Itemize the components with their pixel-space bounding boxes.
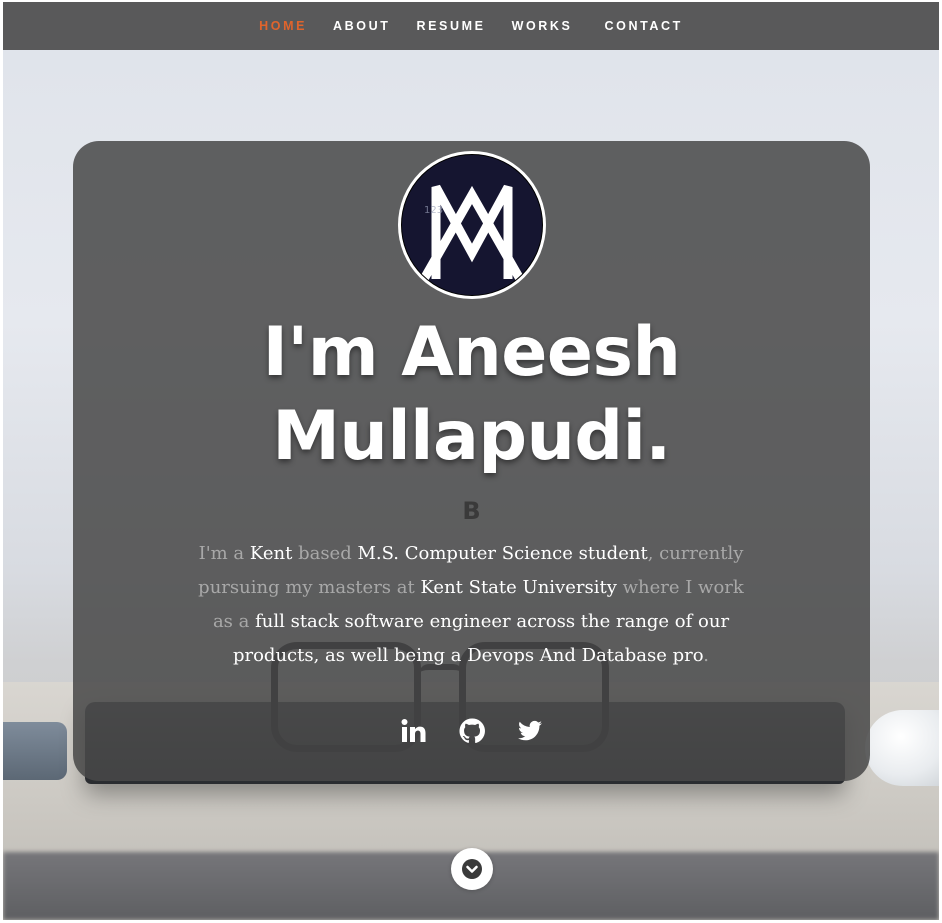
linkedin-icon[interactable] bbox=[400, 717, 428, 745]
bio-text-5: . bbox=[703, 645, 710, 666]
nav-about[interactable]: ABOUT bbox=[320, 19, 403, 33]
am-monogram-logo: 123 bbox=[401, 154, 543, 296]
avatar: 123 bbox=[398, 151, 546, 299]
nav-resume[interactable]: RESUME bbox=[403, 19, 498, 33]
page: HOME ABOUT RESUME WORKS CONTACT 123 I'm … bbox=[3, 2, 939, 920]
bio-text-1: I'm a bbox=[198, 543, 250, 564]
page-title: I'm Aneesh Mullapudi. bbox=[73, 311, 870, 479]
nav-home[interactable]: HOME bbox=[246, 19, 320, 33]
social-links bbox=[73, 717, 870, 745]
bio-highlight-kent: Kent bbox=[249, 543, 293, 564]
chevron-down-icon bbox=[462, 859, 482, 879]
typed-text: B bbox=[462, 497, 481, 525]
background-phone bbox=[3, 722, 67, 780]
headline-line-1: I'm Aneesh bbox=[262, 313, 681, 392]
hero-card: 123 I'm Aneesh Mullapudi. B I'm a Kent b… bbox=[73, 141, 870, 781]
bio-highlight-role: full stack software engineer across the … bbox=[232, 611, 730, 666]
background-mouse bbox=[865, 710, 939, 786]
bio-text-2: based bbox=[292, 543, 358, 564]
bio-highlight-university: Kent State University bbox=[420, 577, 617, 598]
twitter-icon[interactable] bbox=[516, 717, 544, 745]
github-icon[interactable] bbox=[458, 717, 486, 745]
headline-line-2: Mullapudi. bbox=[272, 397, 671, 476]
top-nav: HOME ABOUT RESUME WORKS CONTACT bbox=[3, 2, 939, 50]
bio-paragraph: I'm a Kent based M.S. Computer Science s… bbox=[191, 537, 751, 673]
svg-text:123: 123 bbox=[424, 205, 443, 216]
nav-contact[interactable]: CONTACT bbox=[592, 19, 696, 33]
scroll-down-button[interactable] bbox=[451, 848, 493, 890]
nav-works[interactable]: WORKS bbox=[499, 19, 586, 33]
bio-highlight-degree: M.S. Computer Science student bbox=[357, 543, 648, 564]
